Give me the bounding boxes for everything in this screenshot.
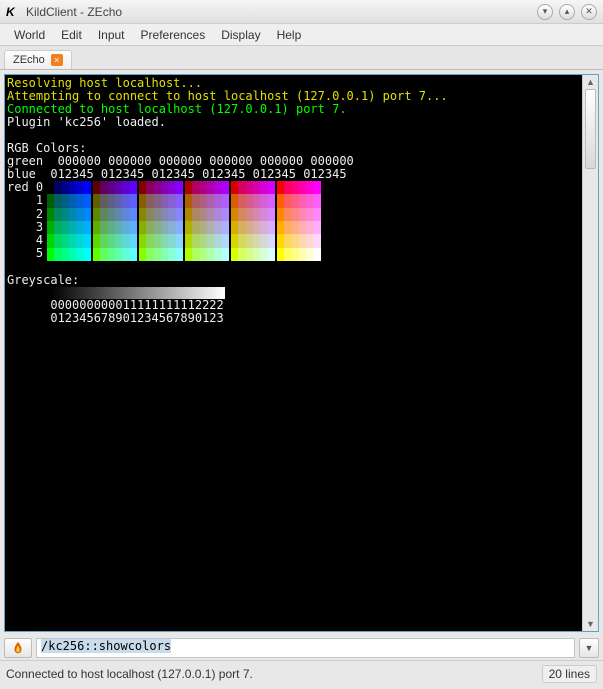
app-icon: K [6,5,20,19]
scroll-up-icon[interactable]: ▲ [583,75,598,89]
maximize-button[interactable]: ▴ [559,4,575,20]
menubar: World Edit Input Preferences Display Hel… [0,24,603,46]
statusbar: Connected to host localhost (127.0.0.1) … [0,660,603,687]
terminal-frame: Resolving host localhost...Attempting to… [4,74,599,632]
rgb-block-red-2 [139,181,183,261]
rgb-block-red-3 [185,181,229,261]
history-dropdown-button[interactable]: ▼ [579,638,599,658]
rgb-block-red-4 [231,181,275,261]
send-button[interactable] [4,638,32,658]
scrollbar[interactable]: ▲ ▼ [582,75,598,631]
rgb-block-red-1 [93,181,137,261]
window-title: KildClient - ZEcho [26,5,531,19]
terminal-output: Resolving host localhost...Attempting to… [5,75,582,631]
flame-icon [11,641,25,655]
rgb-block-red-0 [47,181,91,261]
titlebar: K KildClient - ZEcho ▾ ▴ ✕ [0,0,603,24]
menu-edit[interactable]: Edit [53,26,90,44]
menu-input[interactable]: Input [90,26,133,44]
scroll-thumb[interactable] [585,89,596,169]
tab-zecho[interactable]: ZEcho × [4,50,72,69]
tab-close-icon[interactable]: × [51,54,63,66]
status-left: Connected to host localhost (127.0.0.1) … [6,667,542,681]
minimize-button[interactable]: ▾ [537,4,553,20]
status-lines: 20 lines [542,665,597,683]
input-row: /kc256::showcolors ▼ [0,636,603,660]
chevron-down-icon: ▼ [585,643,594,653]
menu-preferences[interactable]: Preferences [133,26,214,44]
command-input[interactable]: /kc256::showcolors [36,638,575,658]
menu-display[interactable]: Display [213,26,268,44]
menu-help[interactable]: Help [269,26,310,44]
menu-world[interactable]: World [6,26,53,44]
tab-label: ZEcho [13,54,45,66]
scroll-down-icon[interactable]: ▼ [583,617,598,631]
tabbar: ZEcho × [0,46,603,70]
close-button[interactable]: ✕ [581,4,597,20]
command-input-value: /kc256::showcolors [41,639,171,653]
rgb-block-red-5 [277,181,321,261]
